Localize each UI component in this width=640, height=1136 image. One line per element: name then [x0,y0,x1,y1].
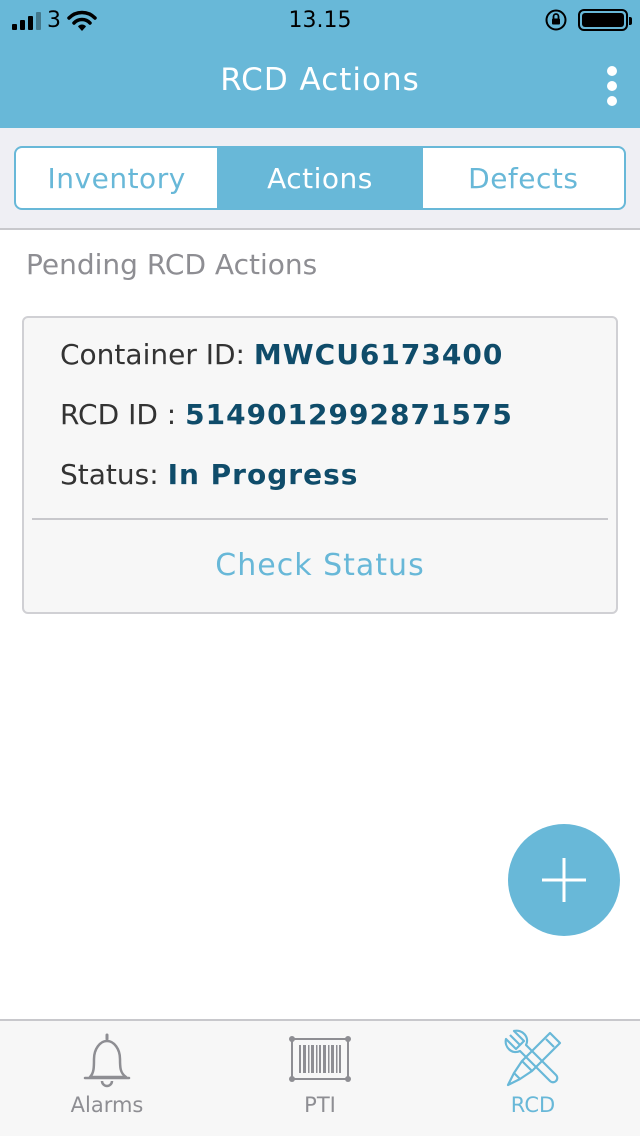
status-label: Status: [60,458,159,491]
kebab-menu-icon[interactable] [606,66,618,106]
rotation-lock-icon [545,9,567,31]
barcode-icon [289,1036,351,1082]
tab-alarms-label: Alarms [70,1093,144,1117]
rcd-id-value: 5149012992871575 [185,398,513,431]
tab-rcd-label: RCD [510,1093,556,1117]
container-id-value: MWCU6173400 [253,338,504,371]
rcd-id-label: RCD ID : [60,398,177,431]
battery-icon [578,9,632,31]
status-bar: 3 13.15 [0,0,640,42]
tab-defects[interactable]: Defects [420,148,624,208]
rcd-id-row: RCD ID : 5149012992871575 [60,398,513,431]
container-id-row: Container ID: MWCU6173400 [60,338,503,371]
tab-actions[interactable]: Actions [217,148,421,208]
container-id-label: Container ID: [60,338,245,371]
add-action-button[interactable] [508,824,620,936]
card-divider [32,518,608,520]
tab-pti-label: PTI [304,1093,336,1117]
status-value: In Progress [167,458,359,491]
tools-icon [504,1029,562,1087]
tab-inventory[interactable]: Inventory [16,148,217,208]
segmented-control: Inventory Actions Defects [14,146,626,210]
nav-header: 3 13.15 RCD Actions [0,0,640,128]
bell-icon [83,1033,131,1088]
tab-rcd[interactable]: RCD [426,1021,640,1136]
page-title: RCD Actions [220,62,420,98]
status-row: Status: In Progress [60,458,358,491]
tab-alarms[interactable]: Alarms [0,1021,214,1136]
rcd-action-card: Container ID: MWCU6173400 RCD ID : 51490… [22,316,618,614]
section-title: Pending RCD Actions [26,248,318,281]
tab-pti[interactable]: PTI [213,1021,427,1136]
plus-icon [542,858,586,902]
check-status-button[interactable]: Check Status [24,548,616,583]
segment-bar: Inventory Actions Defects [0,128,640,230]
tab-bar: Alarms PTI RCD [0,1019,640,1136]
status-right [544,8,632,32]
